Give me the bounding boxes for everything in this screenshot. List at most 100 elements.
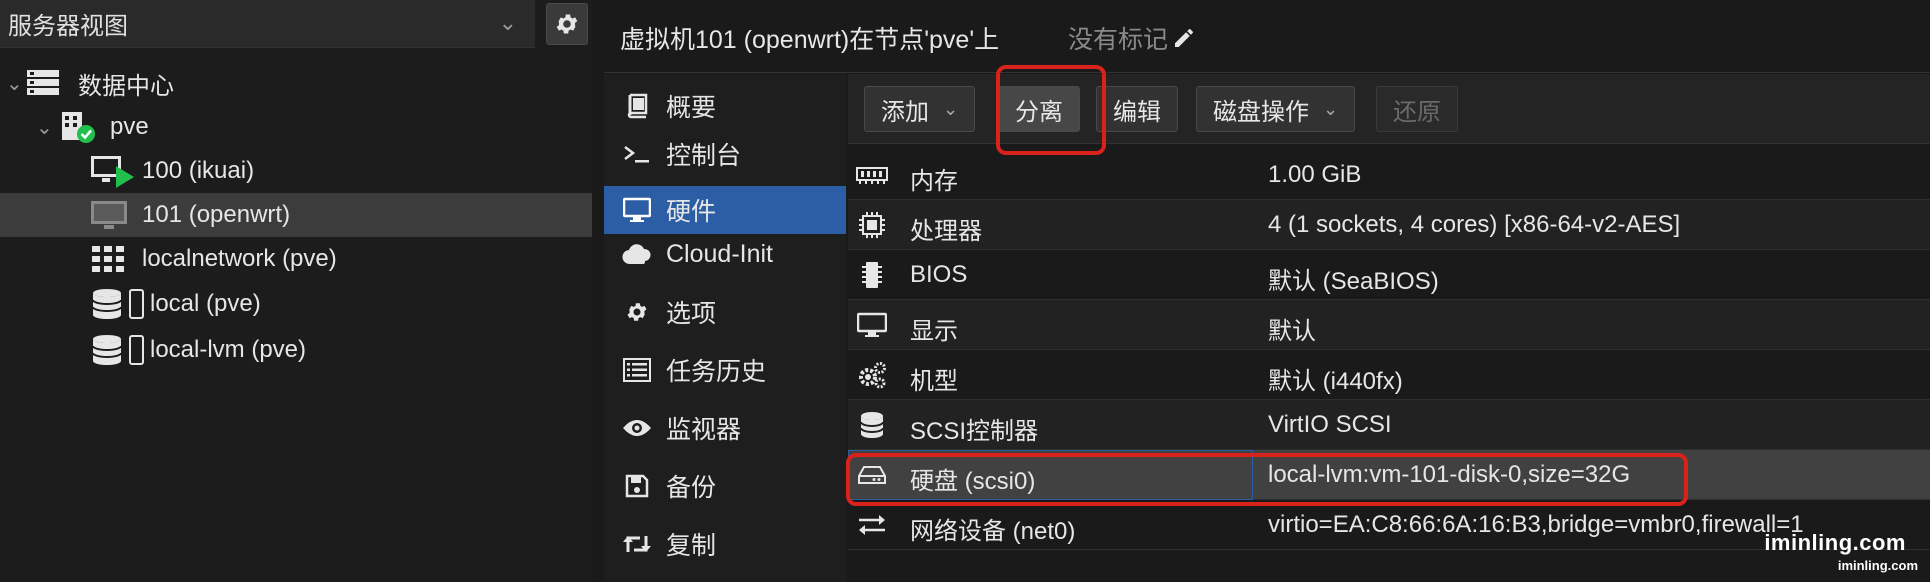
hardware-name: 内存 (910, 168, 958, 195)
tree-item-vm-101[interactable]: 101 (openwrt) (0, 193, 592, 237)
hardware-name: SCSI控制器 (910, 418, 1039, 445)
disk-action-button-label: 磁盘操作 (1213, 98, 1309, 126)
hardware-row-bios[interactable]: BIOS 默认 (SeaBIOS) (848, 250, 1930, 300)
hardware-name: 处理器 (910, 218, 982, 245)
nav-item-label: 备份 (666, 474, 717, 502)
tree-settings-button[interactable] (546, 3, 588, 45)
datacenter-icon (26, 69, 60, 97)
tree-item-label: localnetwork (pve) (142, 245, 337, 272)
hdd-icon (856, 460, 888, 490)
watermark-small: iminling.com (1837, 558, 1918, 573)
node-online-icon (60, 110, 98, 144)
vm-stopped-icon (90, 199, 128, 231)
view-selector[interactable]: 服务器视图 ⌄ (0, 0, 535, 48)
tree-item-node-pve[interactable]: ⌄ pve (0, 105, 592, 149)
chevron-down-icon[interactable]: ⌄ (36, 115, 53, 140)
header-divider (604, 72, 1930, 73)
nav-item-hardware[interactable]: 硬件 (604, 186, 846, 234)
cogs-icon (856, 360, 888, 390)
storage-icon (92, 334, 146, 366)
disk-action-button[interactable]: 磁盘操作 ⌄ (1196, 86, 1356, 132)
add-button[interactable]: 添加 ⌄ (864, 86, 976, 132)
tree-item-label: local-lvm (pve) (150, 336, 307, 363)
detach-button-label: 分离 (1015, 98, 1063, 126)
hardware-row-scsi-controller[interactable]: SCSI控制器 VirtIO SCSI (848, 400, 1930, 450)
tree-item-storage-local-lvm[interactable]: local-lvm (pve) (0, 328, 592, 372)
hardware-row-machine[interactable]: 机型 默认 (i440fx) (848, 350, 1930, 400)
retweet-icon (622, 529, 652, 559)
edit-button-label: 编辑 (1113, 98, 1161, 126)
eye-icon (622, 413, 652, 443)
hardware-value: 4 (1 sockets, 4 cores) [x86-64-v2-AES] (1268, 211, 1681, 238)
summary-book-icon (622, 91, 652, 121)
page-title: 虚拟机101 (openwrt)在节点'pve'上 (620, 26, 1000, 54)
nav-item-label: 复制 (666, 532, 717, 560)
hardware-name: 显示 (910, 318, 958, 345)
resource-tree-panel: 服务器视图 ⌄ ⌄ 数据中心 ⌄ pve 100 (ikuai) 101 (op… (0, 0, 592, 582)
memory-icon (856, 160, 888, 190)
hardware-value: 默认 (i440fx) (1268, 368, 1403, 395)
hardware-row-memory[interactable]: 内存 1.00 GiB (848, 150, 1930, 200)
nav-item-label: 选项 (666, 300, 717, 328)
nav-item-label: 控制台 (666, 142, 742, 170)
nav-item-task-history[interactable]: 任务历史 (604, 346, 846, 394)
hardware-row-processor[interactable]: 处理器 4 (1 sockets, 4 cores) [x86-64-v2-AE… (848, 200, 1930, 250)
hardware-name: BIOS (910, 261, 968, 288)
nav-item-cloud-init[interactable]: Cloud-Init (604, 230, 846, 278)
nav-item-label: 概要 (666, 94, 717, 122)
hardware-name: 网络设备 (net0) (910, 518, 1076, 545)
hardware-value: local-lvm:vm-101-disk-0,size=32G (1268, 461, 1631, 488)
nav-item-label: Cloud-Init (666, 239, 773, 268)
nav-item-console[interactable]: 控制台 (604, 130, 846, 178)
view-selector-value: 服务器视图 (8, 13, 128, 40)
tree-item-label: 101 (openwrt) (142, 201, 291, 228)
hardware-row-hard-disk[interactable]: 硬盘 (scsi0) local-lvm:vm-101-disk-0,size=… (848, 450, 1930, 500)
monitor-icon (622, 195, 652, 225)
nav-item-label: 任务历史 (666, 358, 767, 386)
chevron-down-icon: ⌄ (1323, 98, 1339, 119)
floppy-icon (622, 471, 652, 501)
revert-button[interactable]: 还原 (1376, 86, 1458, 132)
vm-config-nav: 概要 控制台 硬件 Cloud-Init 选项 任务历史 监视器 备份 复制 (604, 74, 846, 582)
console-prompt-icon (622, 139, 652, 169)
hardware-row-display[interactable]: 显示 默认 (848, 300, 1930, 350)
gear-icon (622, 297, 652, 327)
edit-button[interactable]: 编辑 (1096, 86, 1178, 132)
hardware-value: 默认 (SeaBIOS) (1268, 268, 1439, 295)
nav-item-summary[interactable]: 概要 (604, 82, 846, 130)
tree-item-label: local (pve) (150, 290, 261, 317)
tags-edit[interactable]: 没有标记 (1068, 20, 1196, 56)
exchange-icon (856, 510, 888, 540)
nav-item-monitor[interactable]: 监视器 (604, 404, 846, 452)
revert-button-label: 还原 (1393, 98, 1441, 126)
database-icon (856, 410, 888, 440)
tree-item-vm-100[interactable]: 100 (ikuai) (0, 149, 592, 193)
storage-icon (92, 288, 146, 320)
hardware-value: VirtIO SCSI (1268, 411, 1392, 438)
nav-item-label: 监视器 (666, 416, 742, 444)
cell-focus-outline (848, 450, 1253, 500)
tree-item-storage-local[interactable]: local (pve) (0, 282, 592, 326)
hardware-value: virtio=EA:C8:66:6A:16:B3,bridge=vmbr0,fi… (1268, 511, 1804, 538)
hardware-toolbar: 添加 ⌄ 分离 编辑 磁盘操作 ⌄ 还原 (848, 74, 1930, 144)
vm-running-icon (90, 154, 136, 188)
detach-button[interactable]: 分离 (998, 86, 1080, 132)
network-grid-icon (92, 246, 126, 272)
nav-item-backup[interactable]: 备份 (604, 462, 846, 510)
tree-item-label: 100 (ikuai) (142, 157, 255, 184)
nav-item-options[interactable]: 选项 (604, 288, 846, 336)
list-icon (622, 355, 652, 385)
tree-item-label: 数据中心 (78, 72, 174, 100)
chevron-down-icon[interactable]: ⌄ (6, 71, 23, 96)
chevron-down-icon: ⌄ (498, 10, 517, 35)
cloud-icon (622, 239, 652, 269)
nav-item-replication[interactable]: 复制 (604, 520, 846, 568)
tree-item-datacenter[interactable]: ⌄ 数据中心 (0, 61, 592, 105)
tree-item-localnetwork[interactable]: localnetwork (pve) (0, 237, 592, 281)
pencil-icon[interactable] (1172, 26, 1196, 50)
desktop-icon (856, 310, 888, 340)
hardware-name: 机型 (910, 368, 958, 395)
hardware-value: 1.00 GiB (1268, 161, 1362, 188)
hardware-value: 默认 (1268, 318, 1316, 345)
tree-item-label: pve (110, 113, 149, 140)
